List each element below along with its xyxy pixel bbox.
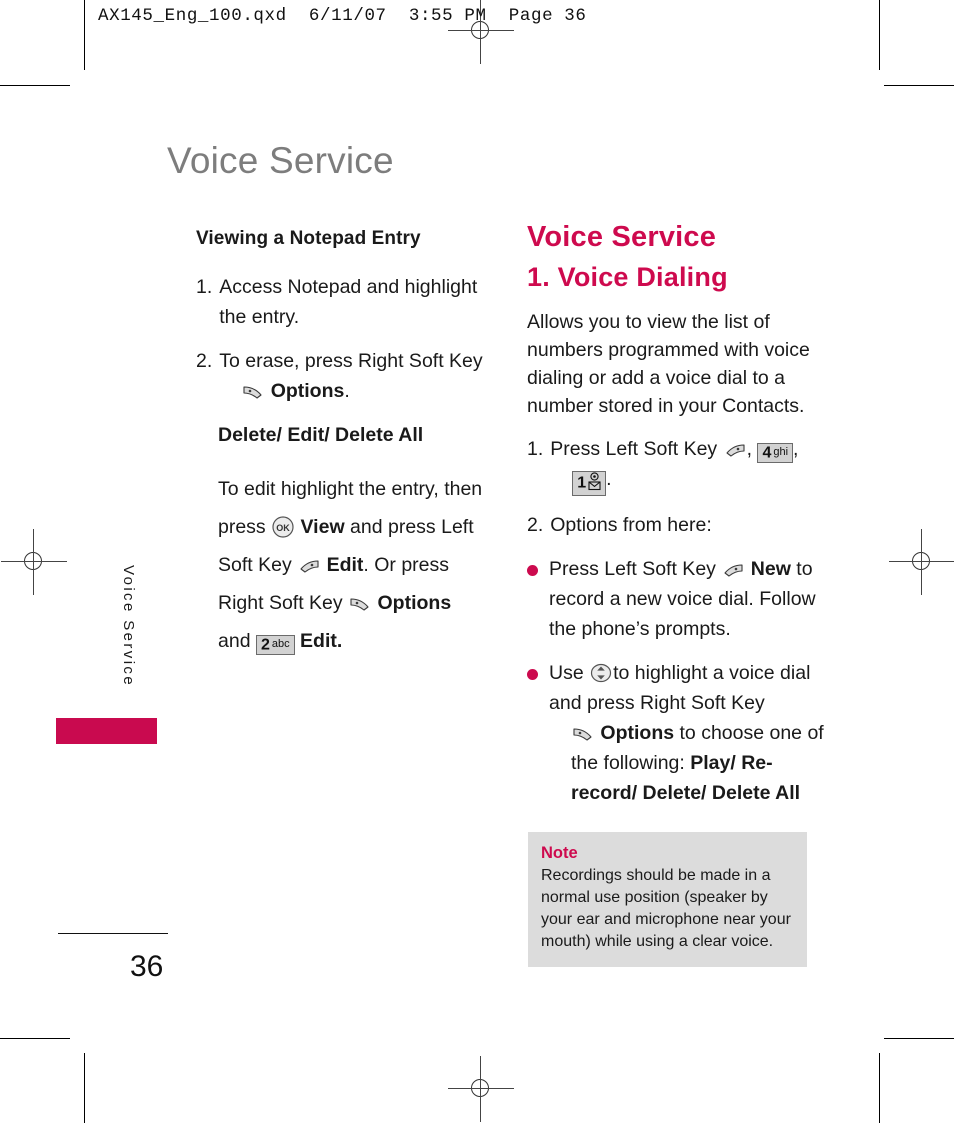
subsection-title: 1. Voice Dialing — [527, 262, 728, 292]
right-soft-key-icon — [241, 381, 265, 401]
step-text-body: Press Left Soft Key — [550, 438, 718, 460]
bullet-item-new-voice-dial: Press Left Soft Key New to record a new … — [527, 554, 827, 644]
edit-label-2: Edit. — [300, 630, 343, 652]
right-step-2: 2. Options from here: — [527, 510, 827, 540]
key-digit: 4 — [762, 444, 772, 462]
step-text-after: . — [344, 380, 350, 402]
right-soft-key-icon — [348, 593, 372, 613]
step-number: 1. — [196, 276, 213, 298]
options-label: Options — [377, 592, 452, 614]
view-label: View — [300, 516, 345, 538]
registration-vertical-line — [480, 1056, 481, 1122]
crop-mark-top-right-vertical — [879, 0, 880, 70]
nav-up-down-icon — [589, 661, 613, 685]
right-column: Voice Service 1. Voice Dialing Allows yo… — [527, 222, 827, 822]
key-2-abc-icon: 2 abc — [255, 635, 295, 656]
svg-text:OK: OK — [276, 523, 290, 533]
step-text: To erase, press Right Soft Key Options. — [219, 346, 488, 406]
registration-horizontal-line — [448, 30, 514, 31]
print-slug-line: AX145_Eng_100.qxd 6/11/07 3:55 PM Page 3… — [98, 6, 587, 26]
left-body-paragraph: To edit highlight the entry, then press … — [196, 470, 488, 660]
delete-edit-options-text: Delete/ Edit/ Delete All — [218, 424, 424, 446]
separator-1: , — [746, 438, 753, 460]
edit-label: Edit — [326, 554, 364, 576]
page-title: Voice Service — [167, 140, 394, 181]
right-soft-key-icon — [571, 723, 595, 743]
step-period: . — [606, 468, 612, 490]
registration-mark-left — [1, 529, 67, 595]
key-1-mail-icon: 1 — [572, 470, 607, 496]
side-tab-label: Voice Service — [120, 565, 137, 688]
intro-paragraph: Allows you to view the list of numbers p… — [527, 311, 810, 417]
crop-mark-bottom-left-vertical — [84, 1053, 85, 1123]
right-step-1: 1. Press Left Soft Key , 4 ghi, 1. — [527, 434, 827, 496]
page-number: 36 — [130, 950, 164, 983]
bullet-continuation: Options to choose one of the following: … — [549, 718, 827, 808]
bullet-text-before: Use — [549, 661, 584, 684]
options-label: Options — [270, 380, 345, 402]
crop-mark-bottom-left-horizontal — [0, 1038, 70, 1039]
left-step-1: 1. Access Notepad and highlight the entr… — [196, 272, 488, 332]
registration-mark-bottom — [448, 1056, 514, 1122]
registration-horizontal-line — [889, 561, 954, 562]
registration-horizontal-line — [1, 561, 67, 562]
key-digit: 1 — [577, 474, 587, 492]
step-continuation: Options. — [219, 376, 488, 406]
note-heading: Note — [541, 844, 578, 862]
bullet-text: Use to highlight a voice dial and press … — [549, 658, 827, 808]
registration-mark-right — [889, 529, 954, 595]
left-column-heading: Viewing a Notepad Entry — [196, 228, 421, 249]
body-text-4: and — [218, 630, 251, 652]
note-body: Recordings should be made in a normal us… — [541, 867, 791, 950]
step-text: Access Notepad and highlight the entry. — [219, 276, 478, 328]
crop-mark-bottom-right-horizontal — [884, 1038, 954, 1039]
registration-vertical-line — [921, 529, 922, 595]
left-step-2: 2. To erase, press Right Soft Key Option… — [196, 346, 488, 406]
section-title: Voice Service — [527, 221, 717, 253]
step-text-before: To erase, press Right Soft Key — [219, 350, 483, 372]
bullet-text-before: Press Left Soft Key — [549, 557, 716, 580]
crop-mark-top-right-horizontal — [884, 85, 954, 86]
bullet-text: Press Left Soft Key New to record a new … — [549, 554, 827, 644]
note-box: Note Recordings should be made in a norm… — [528, 832, 807, 967]
bullet-item-highlight-voice-dial: Use to highlight a voice dial and press … — [527, 658, 827, 808]
step-number: 2. — [527, 513, 544, 536]
at-envelope-glyph — [588, 472, 601, 494]
step-continuation: 1. — [550, 464, 827, 496]
left-soft-key-icon — [721, 559, 745, 579]
left-soft-key-icon — [723, 439, 747, 459]
step-text: Press Left Soft Key , 4 ghi, 1. — [550, 434, 827, 496]
step-number: 1. — [527, 438, 544, 460]
crop-mark-bottom-right-vertical — [879, 1053, 880, 1123]
bullet-dot-icon — [527, 658, 549, 808]
left-column: Viewing a Notepad Entry 1. Access Notepa… — [196, 224, 488, 674]
registration-horizontal-line — [448, 1088, 514, 1089]
step-number: 2. — [196, 350, 213, 372]
bullet-dot-icon — [527, 554, 549, 644]
key-letters: ghi — [773, 446, 789, 459]
crop-mark-top-left-vertical — [84, 0, 85, 70]
registration-vertical-line — [33, 529, 34, 595]
separator-2: , — [793, 438, 799, 460]
ok-key-icon: OK — [271, 515, 295, 539]
options-label: Options — [600, 721, 675, 744]
step-text: Options from here: — [550, 513, 712, 536]
key-4-ghi-icon: 4 ghi — [757, 443, 794, 464]
left-soft-key-icon — [297, 555, 321, 575]
footer-rule — [58, 933, 168, 934]
crop-mark-top-left-horizontal — [0, 85, 70, 86]
key-letters: abc — [271, 638, 290, 651]
key-digit: 2 — [260, 636, 270, 654]
delete-edit-options-line: Delete/ Edit/ Delete All — [196, 420, 488, 450]
new-label: New — [750, 557, 791, 580]
side-tab-block — [56, 718, 157, 744]
